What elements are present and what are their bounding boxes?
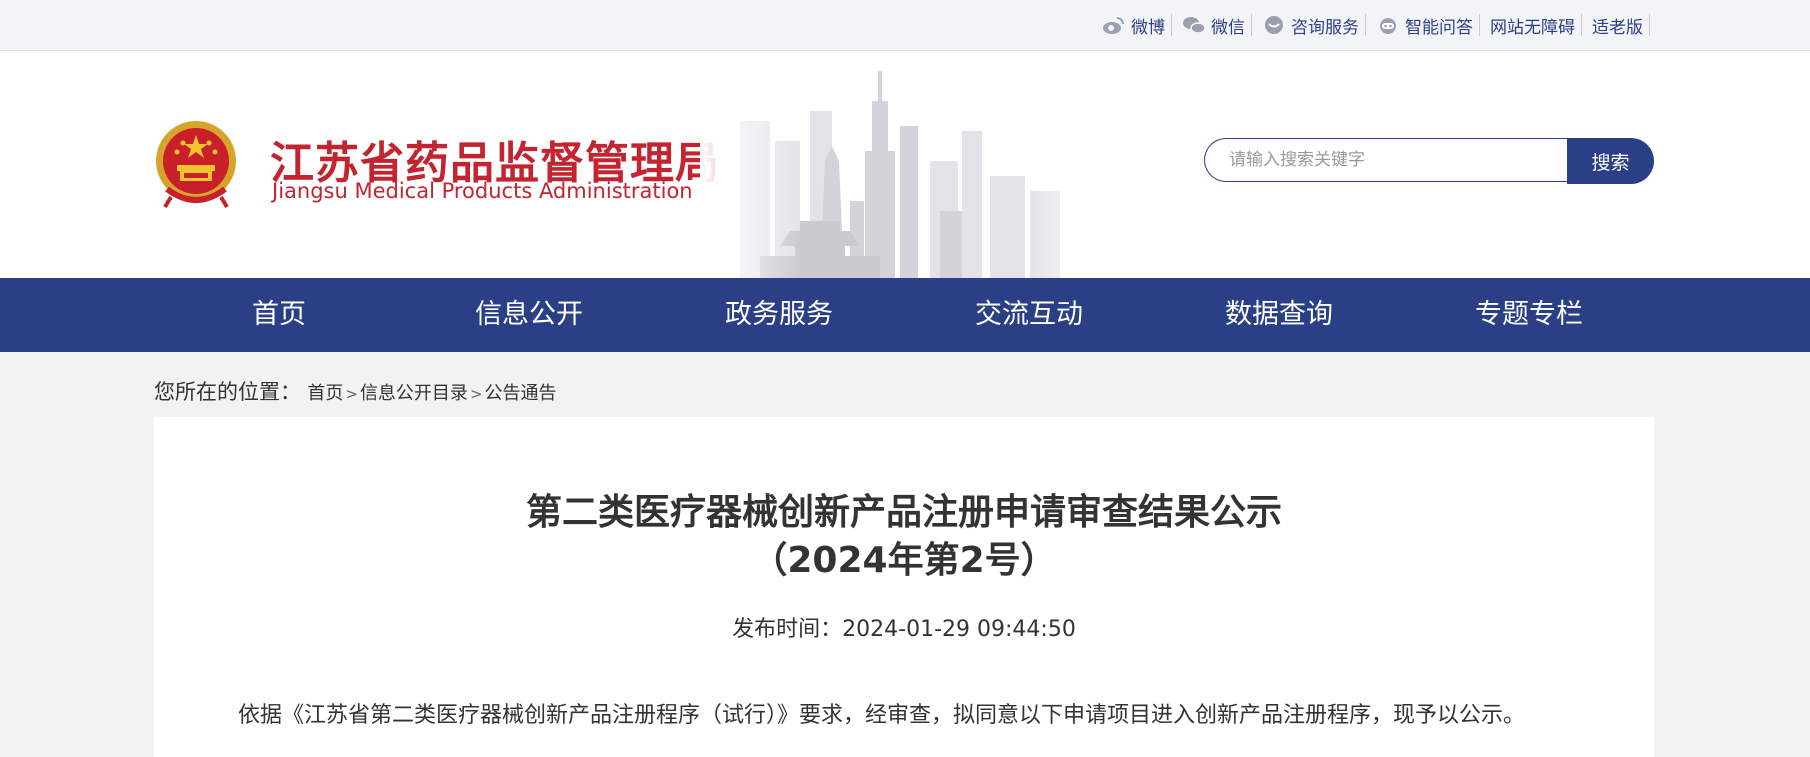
weibo-label: 微博 (1131, 17, 1165, 38)
elderly-mode-link[interactable]: 适老版 (1582, 14, 1650, 38)
weibo-link[interactable]: 微博 (1092, 14, 1172, 38)
robot-icon (1380, 18, 1396, 34)
wechat-icon (1183, 17, 1206, 34)
wechat-link[interactable]: 微信 (1172, 14, 1252, 38)
site-subtitle: Jiangsu Medical Products Administration (272, 179, 693, 203)
search-button[interactable]: 搜索 (1567, 138, 1654, 184)
top-utility-bar: 微博 微信 咨询服务 智能问答 网站无障碍 适老版 (0, 0, 1810, 51)
accessibility-link[interactable]: 网站无障碍 (1480, 14, 1582, 38)
smart-qa-label: 智能问答 (1405, 17, 1473, 38)
breadcrumb-separator: > (469, 385, 483, 403)
wechat-label: 微信 (1211, 17, 1245, 38)
article-title: 第二类医疗器械创新产品注册申请审查结果公示 （2024年第2号） (154, 489, 1654, 585)
breadcrumb-separator: > (345, 385, 358, 403)
accessibility-label: 网站无障碍 (1490, 17, 1575, 38)
search-box: 搜索 (1204, 138, 1654, 184)
nav-item-government-services[interactable]: 政务服务 (654, 278, 904, 352)
search-input[interactable] (1204, 138, 1568, 182)
top-links: 微博 微信 咨询服务 智能问答 网站无障碍 适老版 (1092, 0, 1650, 50)
article-panel: 第二类医疗器械创新产品注册申请审查结果公示 （2024年第2号） 发布时间：20… (154, 417, 1654, 757)
breadcrumb-home[interactable]: 首页 (307, 383, 343, 404)
nav-item-home[interactable]: 首页 (154, 278, 404, 352)
breadcrumb: 您所在的位置： 首页 > 信息公开目录 > 公告通告 (154, 376, 557, 406)
site-header: 江苏省药品监督管理局 Jiangsu Medical Products Admi… (0, 51, 1810, 278)
weibo-icon (1103, 17, 1124, 34)
skyline-illustration (700, 51, 1110, 278)
elderly-mode-label: 适老版 (1592, 17, 1643, 38)
breadcrumb-info-catalog[interactable]: 信息公开目录 (360, 383, 468, 404)
smart-qa-link[interactable]: 智能问答 (1366, 14, 1480, 38)
consult-icon (1265, 16, 1283, 34)
nav-item-data-query[interactable]: 数据查询 (1154, 278, 1404, 352)
breadcrumb-notices[interactable]: 公告通告 (485, 383, 557, 404)
article-body: 依据《江苏省第二类医疗器械创新产品注册程序（试行）》要求，经审查，拟同意以下申请… (238, 703, 1526, 728)
article-title-line1: 第二类医疗器械创新产品注册申请审查结果公示 (525, 492, 1282, 533)
national-emblem-icon[interactable] (153, 119, 239, 209)
publish-time: 发布时间：2024-01-29 09:44:50 (154, 611, 1654, 643)
nav-item-special-topics[interactable]: 专题专栏 (1404, 278, 1654, 352)
publish-time-value: 2024-01-29 09:44:50 (842, 617, 1076, 642)
publish-time-label: 发布时间： (732, 617, 843, 642)
nav-item-info-disclosure[interactable]: 信息公开 (404, 278, 654, 352)
article-title-line2: （2024年第2号） (751, 540, 1057, 581)
consult-label: 咨询服务 (1291, 17, 1359, 38)
nav-item-interaction[interactable]: 交流互动 (904, 278, 1154, 352)
breadcrumb-label: 您所在的位置： (154, 380, 301, 404)
consult-link[interactable]: 咨询服务 (1252, 14, 1366, 38)
main-nav: 首页 信息公开 政务服务 交流互动 数据查询 专题专栏 (0, 278, 1810, 352)
